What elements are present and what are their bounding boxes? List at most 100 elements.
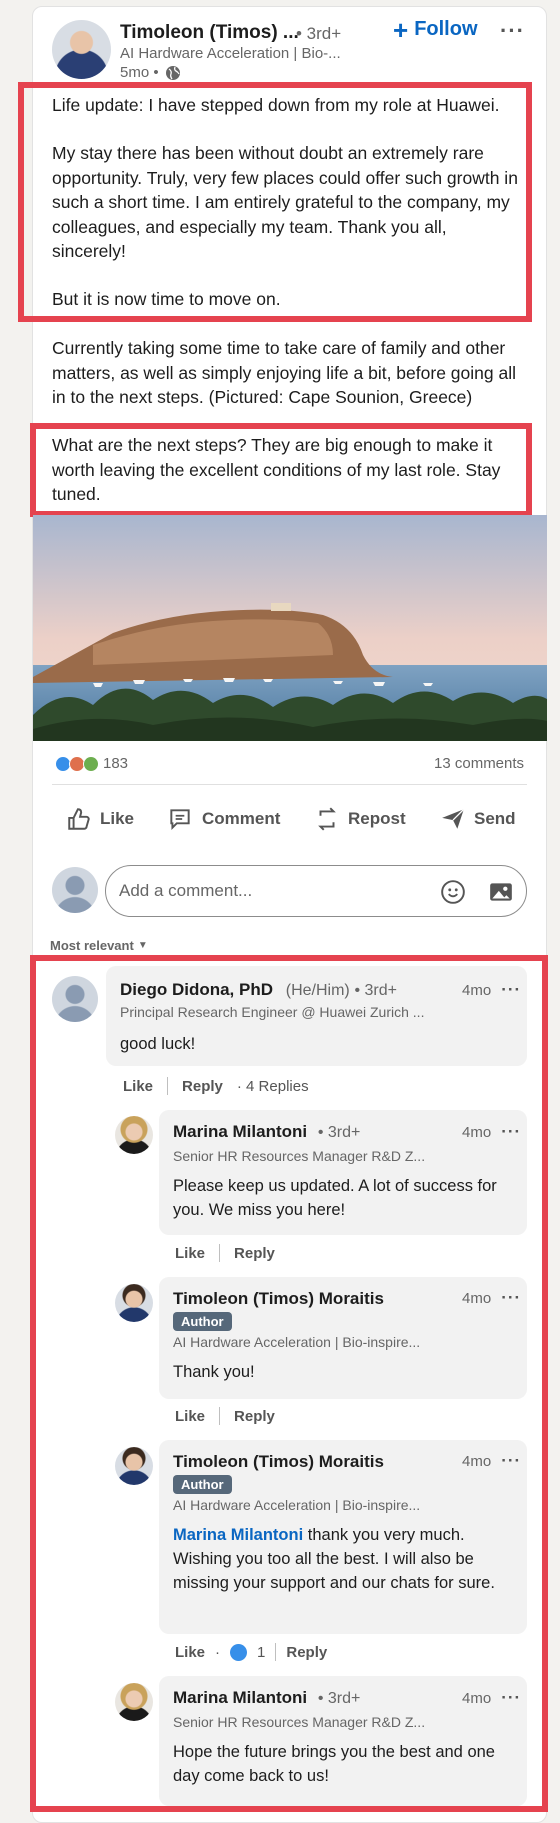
comment-time: 4mo — [462, 1123, 492, 1141]
more-options-icon[interactable]: ··· — [501, 1288, 521, 1308]
repost-label: Repost — [348, 809, 406, 828]
comment-meta: 4mo ··· — [462, 1288, 521, 1308]
sort-label: Most relevant — [50, 938, 134, 953]
sort-dropdown[interactable]: Most relevant ▼ — [50, 938, 148, 953]
comment-time: 4mo — [462, 1452, 492, 1470]
commenter-avatar[interactable] — [115, 1683, 153, 1721]
post-paragraph: Currently taking some time to take care … — [52, 338, 516, 407]
repost-icon — [318, 807, 336, 831]
comment-text: Please keep us updated. A lot of success… — [173, 1177, 497, 1219]
post-paragraph: What are the next steps? They are big en… — [52, 435, 501, 504]
commenter-name[interactable]: Marina Milantoni — [173, 1122, 307, 1141]
comment-time: 4mo — [462, 1689, 492, 1707]
comment-time: 4mo — [462, 1289, 492, 1307]
comment-text: good luck! — [120, 1035, 196, 1053]
send-label: Send — [474, 809, 516, 828]
like-count[interactable]: 1 — [257, 1644, 265, 1661]
comment-actions: Like Reply — [175, 1407, 275, 1425]
comment-reply-button[interactable]: Reply — [234, 1408, 275, 1425]
support-reaction-icon — [83, 755, 99, 772]
post-photo[interactable] — [33, 515, 547, 741]
author-badge-label: Author — [173, 1312, 232, 1331]
comment-reply-button[interactable]: Reply — [286, 1644, 327, 1661]
like-icon — [68, 808, 90, 830]
separator — [167, 1077, 169, 1095]
comment-meta: 4mo ··· — [462, 1122, 521, 1142]
comment: Marina Milantoni • 3rd+ — [173, 1688, 360, 1708]
comment-button[interactable]: Comment — [166, 806, 280, 832]
caret-down-icon: ▼ — [137, 940, 148, 951]
connection-degree: • 3rd+ — [317, 1124, 361, 1141]
comment-like-button[interactable]: Like — [175, 1644, 205, 1661]
follow-label: Follow — [414, 18, 478, 40]
comment-icon — [170, 809, 190, 831]
current-user-avatar — [52, 867, 98, 913]
more-options-icon[interactable]: ··· — [501, 1451, 521, 1471]
comment-actions: Like · 1 Reply — [175, 1643, 327, 1661]
comment-meta: 4mo ··· — [462, 1688, 521, 1708]
more-options-icon[interactable]: ··· — [501, 980, 521, 1000]
connection-degree: • 3rd+ — [354, 982, 397, 999]
send-button[interactable]: Send — [440, 806, 516, 832]
commenter-name[interactable]: Marina Milantoni — [173, 1688, 307, 1707]
commenter-pronouns: (He/Him) — [285, 982, 350, 999]
comment-meta: 4mo ··· — [462, 980, 521, 1000]
author-badge: Author — [173, 1312, 232, 1331]
comment: Diego Didona, PhD (He/Him) • 3rd+ — [120, 980, 397, 1000]
repost-button[interactable]: Repost — [314, 806, 406, 832]
cape-sounion-photo — [33, 515, 547, 741]
post-paragraph: My stay there has been without doubt an … — [52, 143, 518, 261]
commenter-avatar[interactable] — [115, 1116, 153, 1154]
comment-text: Marina Milantoni thank you very much. Wi… — [173, 1523, 513, 1595]
author-badge-label: Author — [173, 1475, 232, 1494]
separator — [219, 1407, 221, 1425]
comment-time: 4mo — [462, 981, 492, 999]
plus-icon: + — [393, 14, 409, 45]
commenter-headline: Senior HR Resources Manager R&D Z... — [173, 1148, 426, 1164]
reactions-count: 183 — [103, 755, 129, 772]
commenter-name[interactable]: Timoleon (Timos) Moraitis — [173, 1452, 384, 1472]
author-name[interactable]: Timoleon (Timos) ... — [120, 22, 299, 44]
emoji-icon[interactable] — [440, 879, 466, 905]
author-avatar[interactable] — [52, 20, 111, 79]
send-icon — [442, 808, 465, 829]
follow-button[interactable]: + Follow — [393, 14, 478, 45]
like-reaction-icon — [230, 1643, 248, 1661]
commenter-avatar[interactable] — [115, 1284, 153, 1322]
post-time: 5mo • — [120, 64, 159, 81]
comment-reply-button[interactable]: Reply — [234, 1245, 275, 1262]
mention-link[interactable]: Marina Milantoni — [173, 1526, 303, 1544]
commenter-headline: AI Hardware Acceleration | Bio-inspire..… — [173, 1497, 421, 1513]
like-label: Like — [100, 809, 135, 828]
comment: Marina Milantoni • 3rd+ — [173, 1122, 360, 1142]
replies-count[interactable]: · 4 Replies — [237, 1078, 309, 1095]
post-paragraph: Life update: I have stepped down from my… — [52, 95, 500, 115]
comment-actions: Like Reply — [175, 1244, 275, 1262]
connection-degree: • 3rd+ — [317, 1690, 361, 1707]
comment-reply-button[interactable]: Reply — [182, 1078, 223, 1095]
comments-count[interactable]: 13 comments — [434, 755, 524, 772]
comment-like-button[interactable]: Like — [175, 1408, 205, 1425]
commenter-headline: Senior HR Resources Manager R&D Z... — [173, 1714, 426, 1730]
more-options-icon[interactable]: ··· — [500, 18, 525, 44]
commenter-name[interactable]: Timoleon (Timos) Moraitis — [173, 1289, 384, 1309]
author-headline: AI Hardware Acceleration | Bio-... — [120, 45, 341, 62]
separator — [219, 1244, 221, 1262]
more-options-icon[interactable]: ··· — [501, 1688, 521, 1708]
comment-label: Comment — [202, 809, 281, 828]
comment-like-button[interactable]: Like — [175, 1245, 205, 1262]
comment-text: Hope the future brings you the best and … — [173, 1743, 495, 1785]
divider — [52, 784, 527, 785]
comment-actions: Like Reply · 4 Replies — [123, 1077, 309, 1095]
dot-separator: · — [215, 1643, 221, 1661]
like-button[interactable]: Like — [66, 806, 134, 832]
comment-like-button[interactable]: Like — [123, 1078, 153, 1095]
image-icon[interactable] — [488, 879, 514, 905]
reactions-summary[interactable]: 183 — [55, 755, 128, 772]
post-paragraph: But it is now time to move on. — [52, 289, 281, 309]
commenter-avatar[interactable] — [115, 1447, 153, 1485]
more-options-icon[interactable]: ··· — [501, 1122, 521, 1142]
commenter-avatar[interactable] — [52, 976, 98, 1022]
commenter-name[interactable]: Diego Didona, PhD — [120, 980, 273, 999]
globe-icon — [165, 65, 180, 80]
